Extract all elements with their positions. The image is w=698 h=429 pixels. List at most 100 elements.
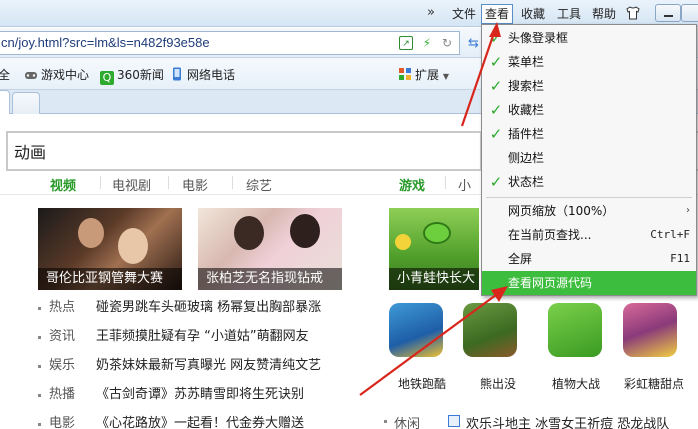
url-text[interactable]: cn/joy.html?src=lm&ls=n482f93e58e (1, 35, 210, 50)
category-movie[interactable]: 电影 (182, 175, 208, 194)
search-box (6, 131, 482, 171)
more-chevron-icon[interactable]: » (427, 5, 435, 20)
news-tag[interactable]: 娱乐 (49, 357, 75, 375)
check-icon: ✓ (489, 29, 503, 47)
games-tag[interactable]: 休闲 (394, 413, 420, 429)
bookmark-game-label: 游戏中心 (41, 68, 90, 82)
news-tag[interactable]: 电影 (49, 415, 75, 429)
bookmark-360-news[interactable]: Q 360新闻 (100, 67, 164, 85)
new-tab-button[interactable] (12, 92, 40, 114)
bullet (38, 365, 41, 368)
gamepad-icon (24, 69, 38, 83)
bookmark-phone-label: 网络电话 (187, 68, 236, 82)
extensions-label: 扩展 (415, 68, 440, 82)
menu-favorites[interactable]: 收藏 (518, 5, 548, 23)
bullet (38, 394, 41, 397)
tab-active[interactable] (0, 90, 10, 114)
game-candy-icon[interactable] (623, 303, 677, 357)
minimize-button[interactable] (655, 4, 681, 22)
bookmark-all[interactable]: 全 (0, 67, 10, 83)
search-input[interactable] (14, 141, 454, 160)
menu-item-label: 在当前页查找... (508, 228, 592, 242)
url-field[interactable]: cn/joy.html?src=lm&ls=n482f93e58e ↗ ⚡ ↻ (0, 31, 460, 55)
puzzle-icon (398, 67, 412, 81)
submenu-arrow-icon: › (686, 205, 690, 216)
news-row[interactable]: 热播 《古剑奇谭》苏苏睛雪即将生死诀别 (38, 386, 368, 415)
app-label[interactable]: 彩虹糖甜点 (624, 375, 684, 392)
game-plants-icon[interactable] (548, 303, 602, 357)
menu-item-label: 全屏 (508, 252, 533, 266)
menu-item-sidebar[interactable]: 侧边栏 (482, 146, 696, 170)
thumb-figure (234, 216, 264, 250)
thumb-caption: 哥伦比亚钢管舞大赛 (38, 268, 182, 290)
video-thumb[interactable]: 张柏芝无名指现钻戒 (198, 208, 342, 290)
tshirt-skin-icon[interactable] (626, 6, 640, 20)
back-forward-icon[interactable]: ⇆ (468, 36, 479, 51)
play-icon (395, 234, 411, 250)
news-row[interactable]: 娱乐 奶茶妹妹最新写真曝光 网友赞清纯文艺 (38, 357, 368, 386)
menu-item-menubar[interactable]: ✓ 菜单栏 (482, 50, 696, 74)
news-row[interactable]: 热点 碰瓷男跳车头砸玻璃 杨幂复出胸部暴涨 (38, 299, 368, 328)
menu-file[interactable]: 文件 (449, 5, 479, 23)
game-subway-icon[interactable] (389, 303, 443, 357)
game-checkbox-icon (448, 415, 460, 427)
games-title[interactable]: 欢乐斗地主 冰雪女王祈痘 恐龙战队 (466, 413, 669, 429)
extensions-menu[interactable]: 扩展 ▼ (398, 67, 449, 83)
menu-help[interactable]: 帮助 (589, 5, 619, 23)
menu-item-fullscreen[interactable]: 全屏 F11 (482, 247, 696, 271)
menu-item-label: 菜单栏 (508, 55, 545, 69)
menu-item-statusbar[interactable]: ✓ 状态栏 (482, 170, 696, 194)
game-thumb[interactable]: 小青蛙快长大 (389, 208, 479, 290)
app-label[interactable]: 熊出没 (480, 375, 516, 392)
news-title[interactable]: 《心花路放》一起看！代金券大赠送 (96, 415, 304, 429)
maximize-button[interactable] (681, 4, 698, 22)
video-thumb[interactable]: 哥伦比亚钢管舞大赛 (38, 208, 182, 290)
category-video[interactable]: 视频 (50, 175, 76, 194)
category-divider (232, 176, 233, 189)
menu-item-pluginbar[interactable]: ✓ 插件栏 (482, 122, 696, 146)
news-row[interactable]: 资讯 王菲频摸肚疑有孕 “小道姑”萌翻网友 (38, 328, 368, 357)
check-icon: ✓ (489, 125, 503, 143)
menu-item-searchbar[interactable]: ✓ 搜索栏 (482, 74, 696, 98)
app-label[interactable]: 植物大战 (552, 375, 600, 392)
menu-item-avatar-login[interactable]: ✓ 头像登录框 (482, 26, 696, 50)
news-row[interactable]: 电影 《心花路放》一起看！代金券大赠送 (38, 415, 368, 429)
category-divider (100, 176, 101, 189)
news-tag[interactable]: 热点 (49, 299, 75, 317)
news-tag[interactable]: 热播 (49, 386, 75, 404)
share-icon[interactable]: ↗ (399, 36, 413, 50)
news-title[interactable]: 王菲频摸肚疑有孕 “小道姑”萌翻网友 (96, 328, 309, 346)
menu-tools[interactable]: 工具 (554, 5, 584, 23)
menu-item-view-source[interactable]: 查看网页源代码 (482, 271, 696, 295)
menu-item-favbar[interactable]: ✓ 收藏栏 (482, 98, 696, 122)
menu-item-zoom[interactable]: 网页缩放（100%） › (482, 199, 696, 223)
bookmark-web-phone[interactable]: 网络电话 (170, 67, 235, 83)
app-label[interactable]: 地铁跑酷 (398, 375, 446, 392)
thumb-figure (78, 218, 104, 248)
news-title[interactable]: 奶茶妹妹最新写真曝光 网友赞清纯文艺 (96, 357, 321, 375)
phone-icon (170, 67, 184, 81)
thumb-figure (118, 228, 148, 264)
category-tv[interactable]: 电视剧 (112, 175, 151, 194)
lightning-icon[interactable]: ⚡ (420, 36, 434, 50)
check-icon: ✓ (489, 77, 503, 95)
extensions-dropdown-icon: ▼ (442, 72, 449, 81)
thumb-caption: 小青蛙快长大 (389, 268, 479, 290)
news-title[interactable]: 碰瓷男跳车头砸玻璃 杨幂复出胸部暴涨 (96, 299, 321, 317)
menu-view[interactable]: 查看 (481, 4, 514, 24)
bookmark-game-center[interactable]: 游戏中心 (24, 67, 89, 83)
search-green-icon: Q (100, 71, 114, 85)
bullet (384, 420, 387, 423)
category-game[interactable]: 游戏 (399, 175, 425, 194)
game-bear-icon[interactable] (463, 303, 517, 357)
news-title[interactable]: 《古剑奇谭》苏苏睛雪即将生死诀别 (96, 386, 304, 404)
news-tag[interactable]: 资讯 (49, 328, 75, 346)
refresh-icon[interactable]: ↻ (440, 36, 454, 50)
casual-games-row: 休闲 欢乐斗地主 冰雪女王祈痘 恐龙战队 (378, 413, 698, 429)
category-variety[interactable]: 综艺 (246, 175, 272, 194)
bullet (38, 423, 41, 426)
menu-item-label: 网页缩放（100%） (508, 204, 615, 218)
category-mini[interactable]: 小 (458, 175, 471, 194)
menu-item-label: 收藏栏 (508, 103, 545, 117)
menu-item-find[interactable]: 在当前页查找... Ctrl+F (482, 223, 696, 247)
